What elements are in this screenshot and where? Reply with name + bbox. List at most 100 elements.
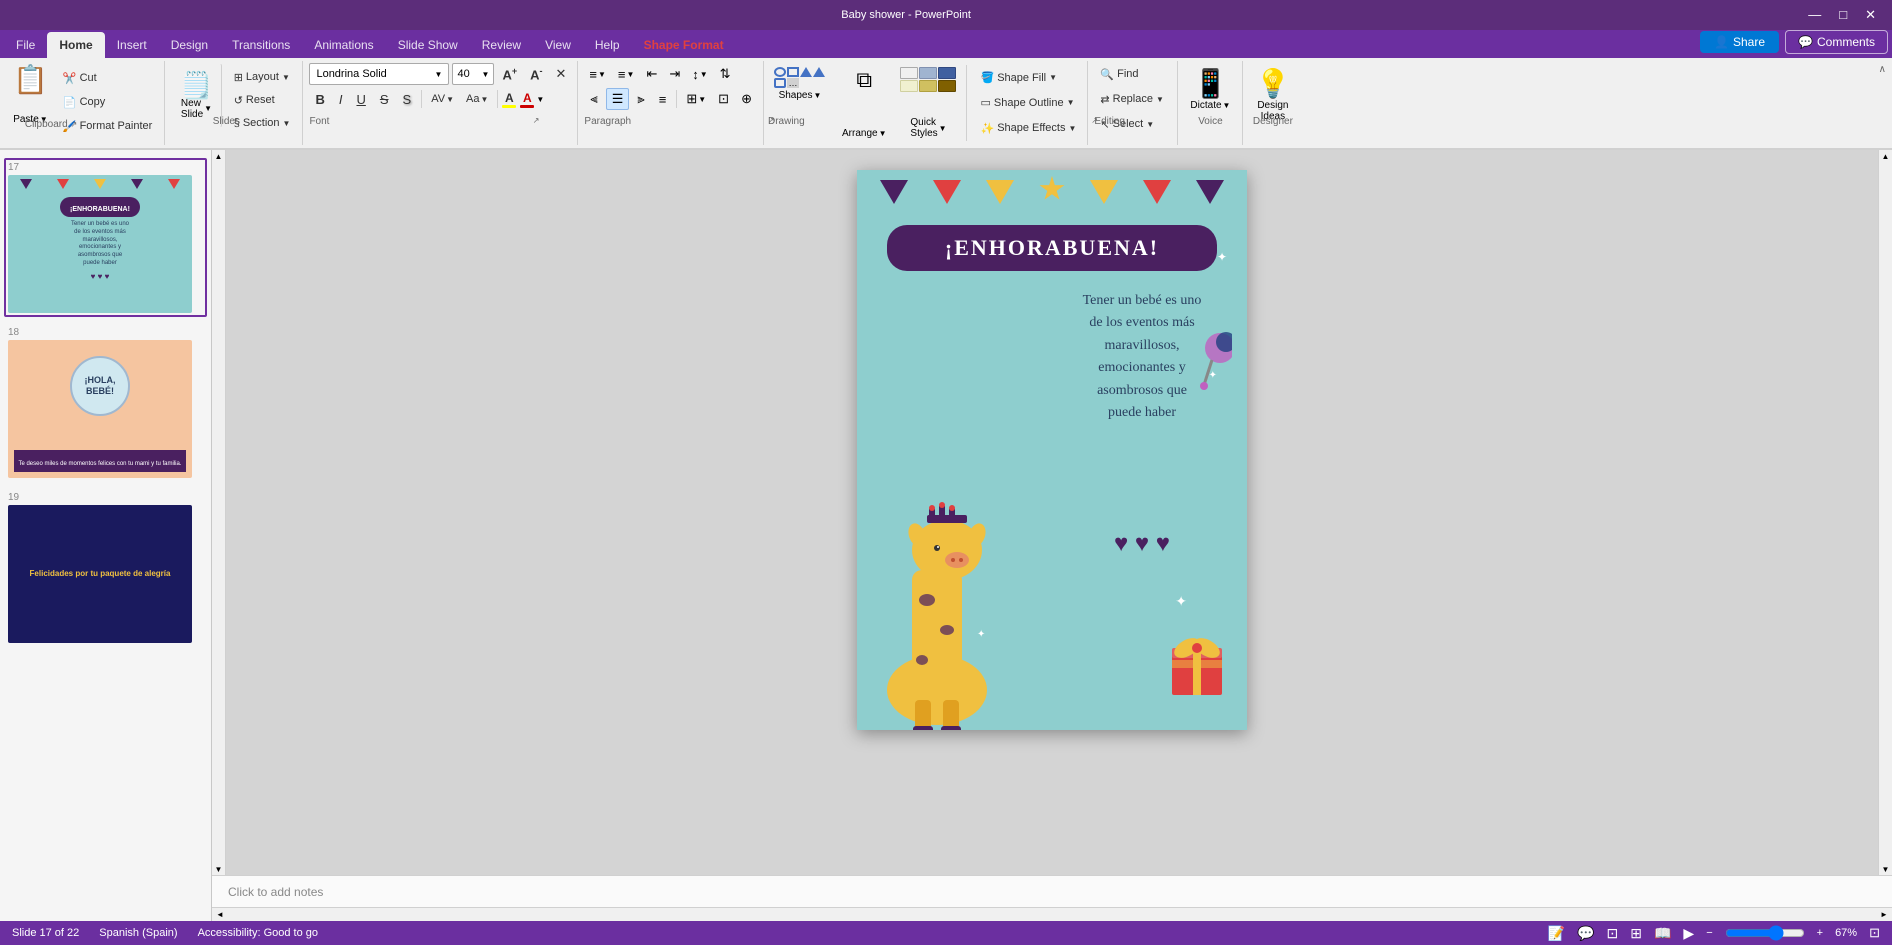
triangle2 <box>933 180 961 204</box>
tab-transitions[interactable]: Transitions <box>220 32 302 58</box>
triangle6 <box>1196 180 1224 204</box>
notes-toggle-icon[interactable]: 📝 <box>1548 925 1565 942</box>
bullets-button[interactable]: ≡ ▼ <box>584 63 611 85</box>
tab-shape-format[interactable]: Shape Format <box>632 32 736 58</box>
comments-button[interactable]: 💬 Comments <box>1785 30 1888 54</box>
tab-home[interactable]: Home <box>47 32 104 58</box>
tab-animations[interactable]: Animations <box>302 32 385 58</box>
slide-thumb-17[interactable]: 17 ¡ENHORABUENA! Tener un bebé es unode … <box>4 158 207 317</box>
slide-sorter-icon[interactable]: ⊞ <box>1630 925 1642 942</box>
copy-button[interactable]: 📄 Copy <box>57 91 158 113</box>
cut-button[interactable]: ✂️ Cut <box>57 67 158 89</box>
dictate-button[interactable]: 📱 Dictate ▼ <box>1188 65 1232 113</box>
shapes-button[interactable]: … Shapes ▼ <box>768 63 832 143</box>
line-spacing-button[interactable]: ↕ ▼ <box>687 63 712 85</box>
tab-review[interactable]: Review <box>470 32 533 58</box>
scroll-track-v[interactable] <box>212 162 225 863</box>
italic-button[interactable]: I <box>333 88 349 110</box>
align-left-button[interactable]: ⫷ <box>584 88 603 110</box>
font-size-input[interactable]: 40 ▼ <box>452 63 494 85</box>
align-right-button[interactable]: ⫸ <box>631 88 650 110</box>
bold-button[interactable]: B <box>309 88 330 110</box>
minimize-btn[interactable]: — <box>1802 7 1827 23</box>
increase-font-button[interactable]: A+ <box>497 63 522 85</box>
reset-button[interactable]: ↺ Reset <box>228 90 297 110</box>
scrollbar-v-right: ▲ ▼ <box>1878 150 1892 875</box>
tab-insert[interactable]: Insert <box>105 32 159 58</box>
scrollbar-v-left: ▲ ▼ <box>212 150 226 875</box>
justify-button[interactable]: ≡ <box>653 88 673 110</box>
zoom-out-btn[interactable]: − <box>1706 927 1712 939</box>
font-color-button[interactable]: A <box>520 91 534 108</box>
font-color-dropdown-icon[interactable]: ▼ <box>536 95 544 104</box>
triangle4 <box>1090 180 1118 204</box>
shape-fill-triangle <box>813 67 825 77</box>
zoom-slider[interactable] <box>1725 925 1805 941</box>
slideshow-icon[interactable]: ▶ <box>1683 925 1694 942</box>
scroll-track-v-right[interactable] <box>1879 162 1892 863</box>
scroll-up-right-btn[interactable]: ▲ <box>1880 150 1892 162</box>
convert-smart-button[interactable]: ⊕ <box>736 88 757 110</box>
decrease-indent-button[interactable]: ⇤ <box>641 63 662 85</box>
scroll-right-btn[interactable]: ► <box>1878 909 1890 921</box>
layout-button[interactable]: ⊞ Layout ▼ <box>228 67 297 87</box>
qs-btn-4 <box>900 80 918 92</box>
slide-num-17: 17 <box>8 162 203 173</box>
comments-toggle-icon[interactable]: 💬 <box>1577 925 1594 942</box>
status-accessibility: Accessibility: Good to go <box>198 927 318 939</box>
zoom-in-btn[interactable]: + <box>1817 927 1823 939</box>
increase-indent-button[interactable]: ⇥ <box>664 63 685 85</box>
notes-bar[interactable]: Click to add notes <box>212 875 1892 907</box>
columns-button[interactable]: ⊞ ▼ <box>681 88 711 110</box>
quick-styles-button[interactable]: Quick Styles ▼ <box>896 63 960 143</box>
text-direction-button[interactable]: ⇅ <box>715 63 736 85</box>
scroll-left-btn[interactable]: ◄ <box>214 909 226 921</box>
change-case-button[interactable]: Aa ▼ <box>461 88 493 110</box>
shape-fill-button[interactable]: 🪣 Shape Fill ▼ <box>973 67 1083 89</box>
tab-view[interactable]: View <box>533 32 583 58</box>
scroll-track-h[interactable] <box>226 908 1878 921</box>
decrease-font-button[interactable]: A- <box>525 63 547 85</box>
align-text-button[interactable]: ⊡ <box>713 88 734 110</box>
clear-formatting-button[interactable]: ✕ <box>551 63 572 85</box>
scroll-down-btn[interactable]: ▼ <box>213 863 225 875</box>
tab-file[interactable]: File <box>4 32 47 58</box>
status-slide: Slide 17 of 22 <box>12 927 79 939</box>
scroll-down-right-btn[interactable]: ▼ <box>1880 863 1892 875</box>
strikethrough-button[interactable]: S <box>374 88 395 110</box>
ribbon-expand-button[interactable]: ∧ <box>1879 64 1886 75</box>
numbering-button[interactable]: ≡ ▼ <box>613 63 640 85</box>
maximize-btn[interactable]: □ <box>1833 7 1853 23</box>
align-center-button[interactable]: ☰ <box>606 88 630 110</box>
font-name-input[interactable]: Londrina Solid ▼ <box>309 63 449 85</box>
share-icon: 👤 <box>1714 35 1729 49</box>
giraffe-svg <box>857 430 1057 730</box>
title-bar-title: Baby shower - PowerPoint <box>10 9 1802 21</box>
tab-help[interactable]: Help <box>583 32 632 58</box>
scroll-up-btn[interactable]: ▲ <box>213 150 225 162</box>
shape-outline-button[interactable]: ▭ Shape Outline ▼ <box>973 92 1083 114</box>
share-button[interactable]: 👤 Share <box>1700 31 1779 53</box>
thumb17-body: Tener un bebé es unode los eventos másma… <box>71 221 129 268</box>
canvas-area: ¡ENHORABUENA! <box>226 150 1878 875</box>
highlight-color-button[interactable]: A <box>502 91 516 108</box>
underline-button[interactable]: U <box>350 88 371 110</box>
slide-thumb-18[interactable]: 18 ¡HOLA,BEBÉ! Te deseo miles de momento… <box>4 323 207 482</box>
slide-thumb-19[interactable]: 19 Felicidades por tu paquete de alegría <box>4 488 207 647</box>
layout-icon: ⊞ <box>234 71 243 84</box>
reading-view-icon[interactable]: 📖 <box>1654 925 1671 942</box>
title-bar: Baby shower - PowerPoint — □ ✕ <box>0 0 1892 30</box>
slides-inner: 🗒️ New Slide ▼ ⊞ Layout ▼ ↺ Reset § Sect… <box>171 63 296 143</box>
main-slide-canvas[interactable]: ¡ENHORABUENA! <box>857 170 1247 730</box>
arrange-button[interactable]: ⧉ Arrange ▼ <box>836 63 893 143</box>
tab-design[interactable]: Design <box>159 32 220 58</box>
find-button[interactable]: 🔍 Find <box>1094 63 1144 85</box>
ribbon: 📋 Paste ▼ ✂️ Cut 📄 Copy 🖌️ Format Painte… <box>0 58 1892 150</box>
fit-btn[interactable]: ⊡ <box>1869 925 1880 941</box>
close-btn[interactable]: ✕ <box>1859 7 1882 23</box>
replace-button[interactable]: ⇄ Replace ▼ <box>1094 88 1170 110</box>
char-spacing-button[interactable]: AV ▼ <box>426 88 459 110</box>
normal-view-icon[interactable]: ⊡ <box>1607 925 1619 942</box>
tab-slideshow[interactable]: Slide Show <box>386 32 470 58</box>
shadow-button[interactable]: S <box>397 88 418 110</box>
